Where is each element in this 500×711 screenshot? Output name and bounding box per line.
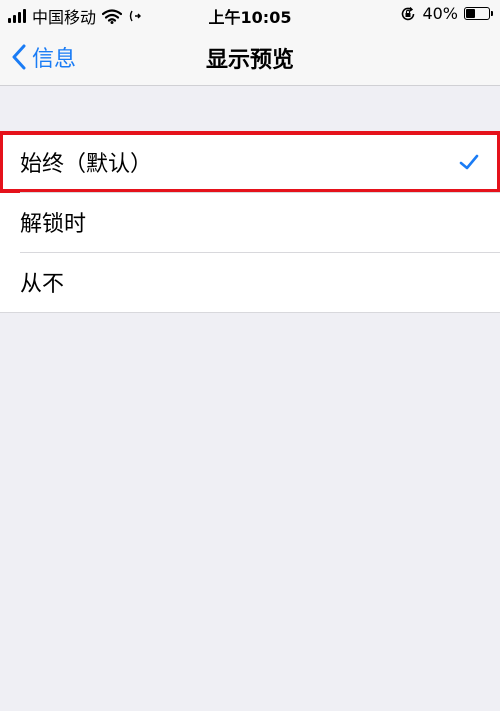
preview-options-list: 始终（默认） 解锁时 从不 (0, 131, 500, 313)
option-label: 始终（默认） (20, 152, 153, 177)
navigation-bar: 信息 显示预览 (0, 28, 500, 86)
option-label: 从不 (20, 272, 65, 297)
option-when-unlocked[interactable]: 解锁时 (0, 192, 500, 252)
page-title: 显示预览 (205, 48, 294, 73)
battery-fill (466, 9, 475, 18)
orientation-lock-icon (402, 6, 415, 20)
checkmark-icon (459, 154, 479, 170)
option-always[interactable]: 始终（默认） (0, 131, 500, 193)
battery-percent: 40% (422, 4, 458, 23)
status-bar: 中国移动 上午10:05 40% (0, 0, 500, 28)
status-right: 40% (400, 4, 493, 23)
battery-icon (464, 7, 493, 20)
option-never[interactable]: 从不 (0, 252, 500, 312)
option-label: 解锁时 (20, 212, 87, 237)
